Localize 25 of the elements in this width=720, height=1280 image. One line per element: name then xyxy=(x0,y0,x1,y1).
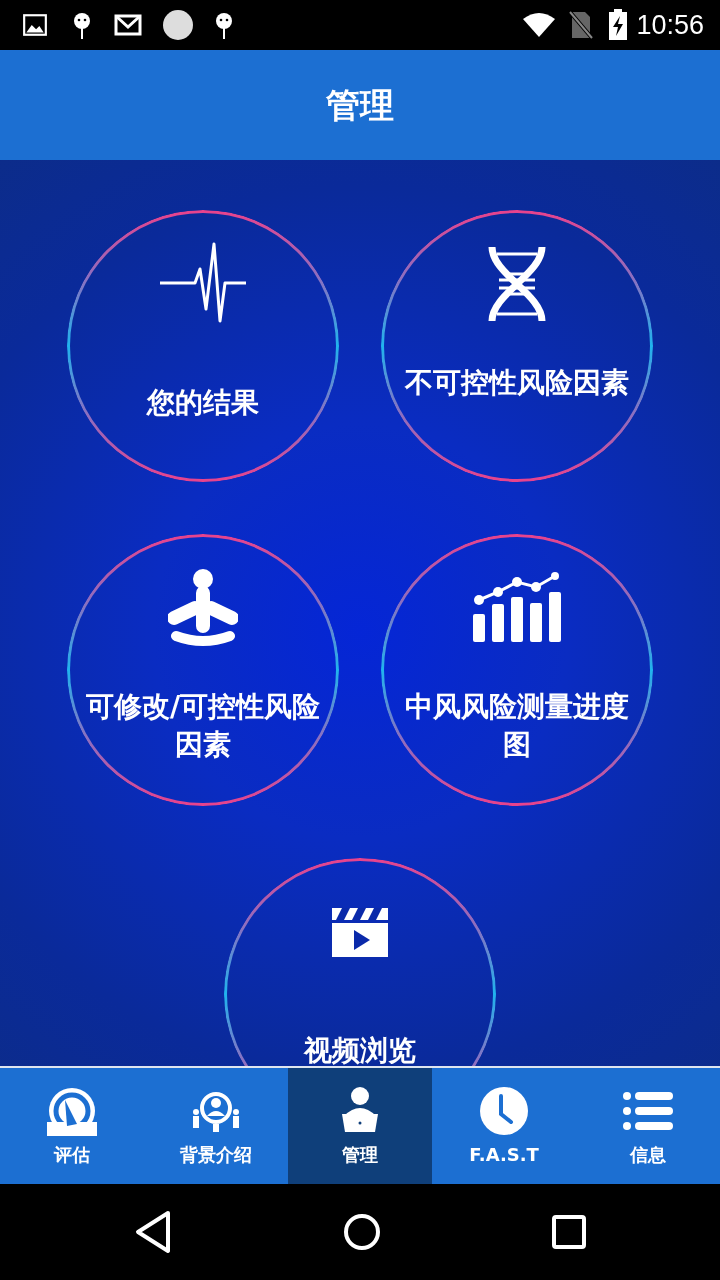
nav-tab[interactable]: 评估 xyxy=(0,1068,144,1184)
menu-tile[interactable]: 不可控性风险因素 xyxy=(381,210,653,482)
list-icon xyxy=(623,1090,673,1131)
menu-tile[interactable]: 可修改/可控性风险因素 xyxy=(67,534,339,806)
screen-title: 管理 xyxy=(326,83,394,127)
menu-tile[interactable]: 中风风险测量进度图 xyxy=(381,534,653,806)
meditation-icon xyxy=(168,568,238,648)
nav-tab[interactable]: F.A.S.T xyxy=(432,1068,576,1184)
gauge-icon xyxy=(47,1085,97,1136)
nav-tab[interactable]: 背景介绍 xyxy=(144,1068,288,1184)
nav-tab[interactable]: 管理 xyxy=(288,1068,432,1184)
circle-icon xyxy=(162,9,194,41)
dna-icon xyxy=(487,244,547,324)
clock: 10:56 xyxy=(636,8,704,42)
home-icon[interactable] xyxy=(342,1212,382,1252)
battery-charging-icon xyxy=(608,9,629,41)
clock-icon xyxy=(479,1085,529,1136)
mail-icon xyxy=(114,13,142,37)
recents-icon[interactable] xyxy=(551,1214,588,1250)
no-sim-icon xyxy=(568,10,595,40)
wifi-icon xyxy=(522,12,557,38)
menu-tile[interactable]: 您的结果 xyxy=(67,210,339,482)
nav-tab[interactable]: 信息 xyxy=(576,1068,720,1184)
image-notification-icon xyxy=(22,12,48,38)
growth-chart-icon xyxy=(471,572,563,644)
